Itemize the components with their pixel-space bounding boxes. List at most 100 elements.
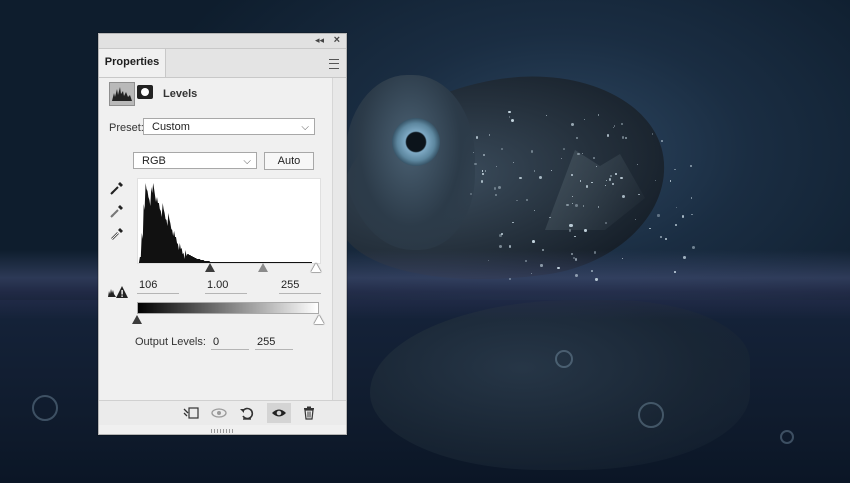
output-levels-slider[interactable] bbox=[132, 315, 324, 325]
input-gamma-slider-handle[interactable] bbox=[258, 263, 268, 272]
splash-droplet bbox=[660, 236, 663, 239]
splash-droplet bbox=[509, 277, 512, 280]
splash-droplet bbox=[533, 209, 535, 211]
splash-droplet bbox=[620, 176, 623, 180]
splash-droplet bbox=[497, 185, 501, 189]
bubble bbox=[32, 395, 58, 421]
input-white-slider-handle[interactable] bbox=[311, 263, 321, 272]
reset-adjustment-button[interactable] bbox=[235, 403, 259, 423]
splash-droplet bbox=[563, 147, 565, 150]
splash-droplet bbox=[651, 133, 654, 135]
splash-droplet bbox=[591, 181, 593, 183]
splash-droplet bbox=[689, 165, 692, 168]
splash-droplet bbox=[657, 214, 660, 217]
splash-droplet bbox=[660, 140, 663, 143]
input-black-field[interactable]: 106 bbox=[137, 279, 179, 294]
clip-to-layer-button[interactable] bbox=[179, 403, 203, 423]
histogram bbox=[137, 178, 321, 264]
splash-droplet bbox=[579, 180, 581, 182]
splash-droplet bbox=[574, 204, 578, 208]
bubble bbox=[780, 430, 794, 444]
splash-droplet bbox=[540, 264, 543, 267]
splash-droplet bbox=[525, 198, 529, 201]
channel-value: RGB bbox=[142, 155, 166, 167]
levels-content: Levels Preset: Custom ⌵ RGB ⌵ Auto 106 1… bbox=[99, 78, 331, 402]
chevron-down-icon: ⌵ bbox=[301, 122, 309, 133]
double-chevron-icon[interactable]: ◂◂ bbox=[315, 35, 324, 46]
reset-icon bbox=[240, 407, 254, 420]
splash-droplet bbox=[591, 270, 593, 272]
input-gamma-field[interactable]: 1.00 bbox=[205, 279, 247, 294]
splash-droplet bbox=[615, 173, 617, 175]
splash-droplet bbox=[470, 192, 473, 195]
splash-droplet bbox=[569, 223, 573, 228]
bubble bbox=[638, 402, 664, 428]
trash-icon bbox=[304, 406, 314, 420]
close-icon[interactable]: × bbox=[334, 34, 340, 46]
output-white-field[interactable]: 255 bbox=[255, 336, 293, 350]
splash-droplet bbox=[508, 116, 510, 118]
splash-droplet bbox=[512, 161, 514, 163]
eye-icon bbox=[272, 409, 286, 417]
splash-droplet bbox=[638, 193, 640, 196]
splash-droplet bbox=[481, 172, 484, 175]
panel-resize-grip[interactable] bbox=[211, 429, 233, 433]
splash-droplet bbox=[675, 206, 677, 208]
output-levels-label: Output Levels: bbox=[135, 336, 206, 348]
splash-droplet bbox=[570, 252, 573, 255]
panel-scrollbar[interactable] bbox=[332, 78, 346, 401]
histogram-shape bbox=[138, 183, 312, 263]
splash-droplet bbox=[674, 168, 676, 171]
splash-droplet bbox=[683, 256, 686, 259]
panel-footer-toolbar bbox=[99, 400, 346, 425]
clipping-warning-icon[interactable] bbox=[107, 285, 129, 299]
splash-droplet bbox=[691, 213, 693, 216]
splash-droplet bbox=[475, 136, 479, 139]
splash-droplet bbox=[488, 134, 491, 136]
splash-droplet bbox=[649, 227, 651, 230]
output-white-slider-handle[interactable] bbox=[314, 315, 324, 324]
output-black-field[interactable]: 0 bbox=[211, 336, 249, 350]
clip-to-layer-icon bbox=[183, 407, 199, 419]
input-white-field[interactable]: 255 bbox=[279, 279, 321, 294]
preset-dropdown[interactable]: Custom ⌵ bbox=[143, 118, 315, 135]
output-gradient-bar bbox=[137, 302, 319, 314]
chevron-down-icon: ⌵ bbox=[243, 156, 251, 167]
splash-droplet bbox=[610, 175, 612, 177]
histogram-graph bbox=[138, 183, 312, 263]
properties-panel: ◂◂ × Properties Levels Preset: Custom ⌵ … bbox=[98, 33, 347, 435]
delete-adjustment-button[interactable] bbox=[297, 403, 321, 423]
splash-droplet bbox=[510, 118, 514, 122]
splash-droplet bbox=[566, 203, 569, 207]
tab-properties[interactable]: Properties bbox=[99, 49, 166, 77]
channel-dropdown[interactable]: RGB ⌵ bbox=[133, 152, 257, 169]
black-point-eyedropper-icon[interactable] bbox=[109, 180, 125, 196]
view-previous-state-button[interactable] bbox=[207, 403, 231, 423]
adjustment-title: Levels bbox=[163, 88, 198, 100]
input-levels-slider[interactable] bbox=[137, 263, 321, 273]
splash-droplet bbox=[690, 197, 692, 199]
gray-point-eyedropper-icon[interactable] bbox=[109, 203, 125, 219]
auto-button[interactable]: Auto bbox=[264, 152, 314, 170]
splash-droplet bbox=[574, 258, 578, 261]
layer-mask-icon[interactable] bbox=[137, 85, 153, 99]
output-black-slider-handle[interactable] bbox=[132, 315, 142, 324]
bubble bbox=[555, 350, 573, 368]
splash-droplet bbox=[498, 244, 502, 248]
levels-adjustment-icon[interactable] bbox=[109, 82, 135, 106]
splash-droplet bbox=[692, 245, 696, 249]
splash-droplet bbox=[474, 162, 477, 165]
splash-droplet bbox=[674, 224, 677, 227]
splash-droplet bbox=[568, 229, 572, 232]
view-previous-state-icon bbox=[211, 408, 227, 418]
splash-droplet bbox=[487, 259, 489, 261]
panel-titlebar[interactable]: ◂◂ × bbox=[99, 34, 346, 49]
splash-droplet bbox=[681, 215, 685, 218]
splash-droplet bbox=[624, 136, 627, 140]
white-point-eyedropper-icon[interactable] bbox=[109, 226, 125, 242]
input-black-slider-handle[interactable] bbox=[205, 263, 215, 272]
toggle-visibility-button[interactable] bbox=[267, 403, 291, 423]
panel-menu-icon[interactable] bbox=[329, 59, 339, 69]
splash-droplet bbox=[550, 169, 553, 171]
splash-droplet bbox=[582, 205, 585, 207]
